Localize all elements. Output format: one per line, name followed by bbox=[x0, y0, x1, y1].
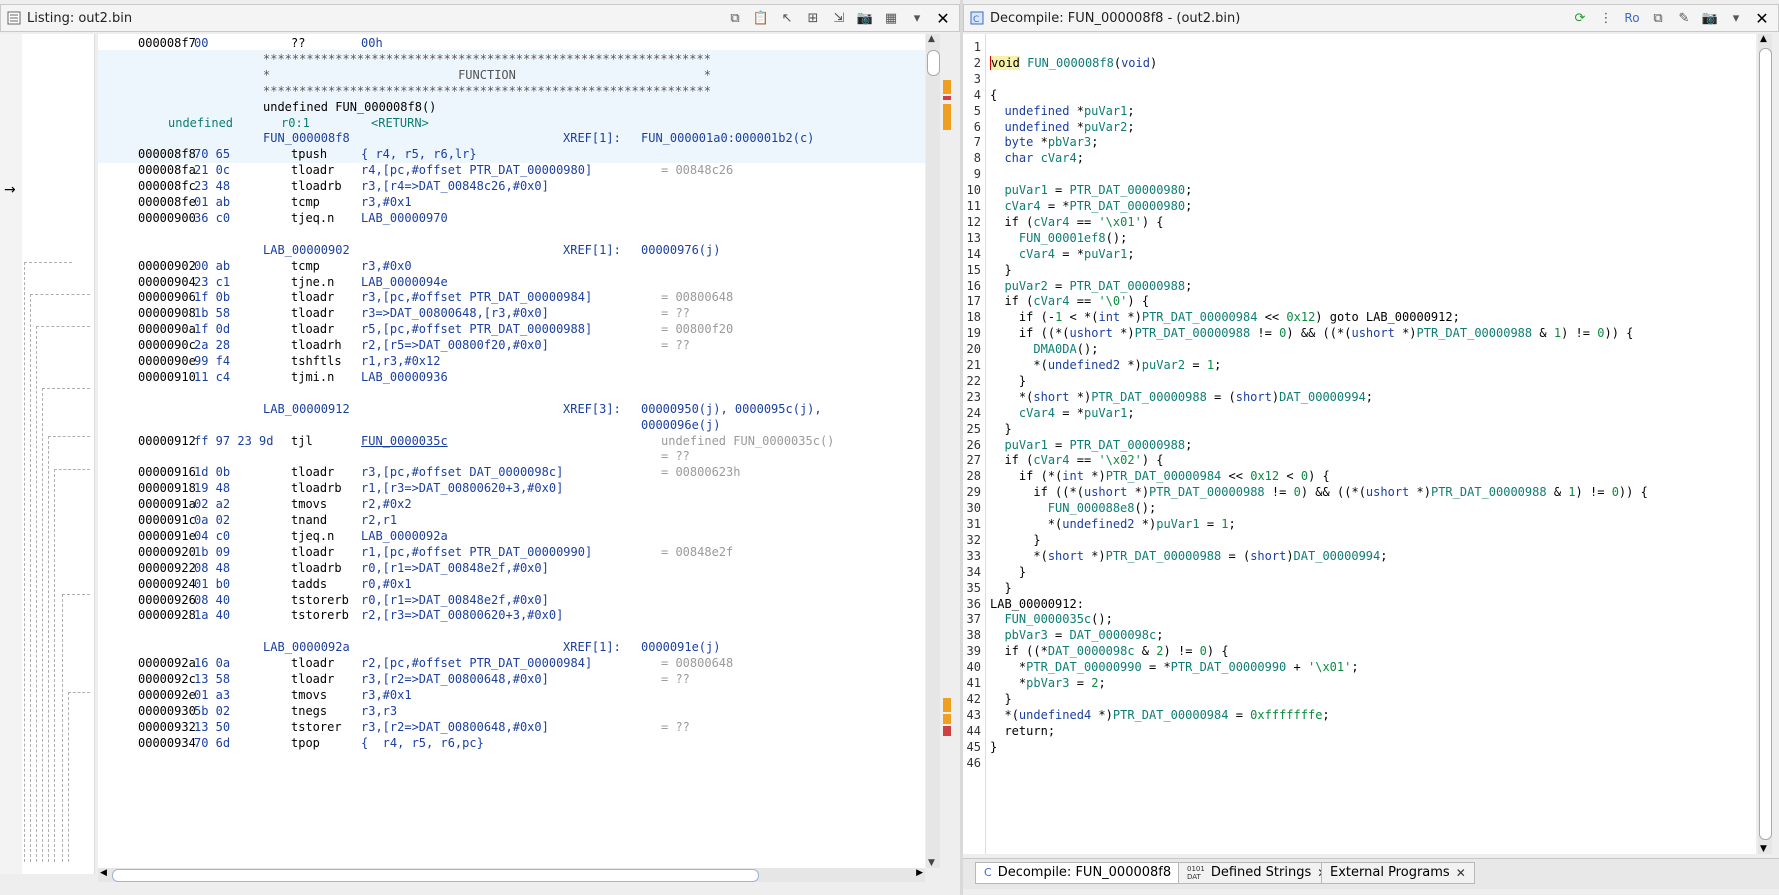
address: 00000934 bbox=[138, 735, 196, 750]
decompile-code-view[interactable]: void FUN_000008f8(void){ undefined *puVa… bbox=[986, 34, 1756, 854]
listing-vertical-scrollbar[interactable]: ▲ ▼ bbox=[926, 34, 940, 868]
diff-icon[interactable]: ⇲ bbox=[829, 9, 849, 27]
line-number: 46 bbox=[966, 755, 981, 770]
scroll-thumb[interactable] bbox=[927, 50, 940, 76]
tab-label: External Programs bbox=[1330, 865, 1450, 880]
field-edit-icon[interactable]: ⊞ bbox=[803, 9, 823, 27]
scroll-up-icon[interactable]: ▲ bbox=[928, 34, 935, 44]
svg-text:C: C bbox=[973, 15, 979, 25]
close-icon[interactable]: ✕ bbox=[933, 9, 953, 28]
decompile-vertical-scrollbar[interactable]: ▲ ▼ bbox=[1758, 34, 1772, 854]
scroll-thumb[interactable] bbox=[1759, 48, 1772, 840]
listing-code-view[interactable]: 000008f7 00?? 00h *************************… bbox=[98, 34, 925, 868]
code-line[interactable]: return; bbox=[990, 722, 1055, 740]
listing-panel: Listing: out2.bin ⧉ 📋 ↖ ⊞ ⇲ 📷 ▦ ▾ ✕ → 00… bbox=[0, 0, 960, 895]
decompile-titlebar: C Decompile: FUN_000008f8 - (out2.bin) ⟳… bbox=[963, 4, 1779, 32]
refresh-icon[interactable]: ⟳ bbox=[1570, 9, 1590, 27]
tab-decompile[interactable]: C Decompile: FUN_000008f8 ✕ bbox=[975, 862, 1197, 884]
scroll-right-icon[interactable]: ▶ bbox=[916, 868, 923, 878]
close-icon[interactable]: ✕ bbox=[1456, 862, 1466, 884]
scroll-left-icon[interactable]: ◀ bbox=[100, 868, 107, 878]
scroll-up-icon[interactable]: ▲ bbox=[1760, 34, 1767, 44]
hscroll-thumb[interactable] bbox=[112, 869, 759, 882]
snapshot-icon[interactable]: 📷 bbox=[1700, 9, 1720, 27]
strings-icon: 0101 DAT bbox=[1187, 865, 1205, 881]
decompile-title: Decompile: FUN_000008f8 - (out2.bin) bbox=[990, 10, 1241, 26]
code-line[interactable]: *(short *)PTR_DAT_00000988 = (short)DAT_… bbox=[990, 547, 1387, 565]
tab-label: Decompile: FUN_000008f8 bbox=[997, 865, 1172, 880]
scroll-down-icon[interactable]: ▼ bbox=[1760, 844, 1767, 854]
listing-horizontal-scrollbar[interactable]: ◀ ▶ bbox=[98, 868, 925, 882]
graph-icon[interactable]: ⋮ bbox=[1596, 9, 1616, 27]
paste-icon[interactable]: 📋 bbox=[751, 9, 771, 27]
flow-arrows-area bbox=[22, 34, 95, 874]
edit-signature-icon[interactable]: ✎ bbox=[1674, 9, 1694, 27]
cursor-arrow-icon: → bbox=[4, 182, 16, 198]
copy-icon[interactable]: ⧉ bbox=[1648, 9, 1668, 27]
tab-label: Defined Strings bbox=[1210, 865, 1312, 880]
menu-dropdown-icon[interactable]: ▾ bbox=[907, 9, 927, 27]
decompile-tab-bar: C Decompile: FUN_000008f8 ✕ 0101DAT Defi… bbox=[963, 858, 1779, 889]
layout-icon[interactable]: ▦ bbox=[881, 9, 901, 27]
scroll-down-icon[interactable]: ▼ bbox=[928, 858, 935, 868]
code-line[interactable]: void FUN_000008f8(void) bbox=[990, 54, 1157, 72]
listing-overview-bar[interactable] bbox=[940, 34, 956, 868]
operands: { r4, r5, r6,pc} bbox=[361, 735, 484, 750]
decompile-icon: C bbox=[984, 866, 992, 879]
snapshot-icon[interactable]: 📷 bbox=[855, 9, 875, 27]
mnemonic: tpop bbox=[291, 735, 320, 750]
read-only-icon[interactable]: Ro bbox=[1622, 9, 1642, 27]
decompile-icon: C bbox=[970, 11, 984, 25]
tab-external-programs[interactable]: External Programs ✕ bbox=[1321, 862, 1475, 884]
close-icon[interactable]: ✕ bbox=[1752, 9, 1772, 28]
listing-title: Listing: out2.bin bbox=[27, 10, 133, 26]
listing-margin: → bbox=[0, 34, 22, 874]
listing-icon bbox=[7, 11, 21, 25]
menu-dropdown-icon[interactable]: ▾ bbox=[1726, 9, 1746, 27]
copy-icon[interactable]: ⧉ bbox=[725, 9, 745, 27]
bytes: 70 6d bbox=[194, 735, 231, 750]
code-line[interactable]: } bbox=[990, 738, 997, 756]
line-number-gutter: 1 2 3 4 5 6 7 8 9 10 11 12 13 14 15 16 17 18 19 20 21 22 23 24 2… bbox=[963, 34, 986, 854]
tab-defined-strings[interactable]: 0101DAT Defined Strings ✕ bbox=[1178, 862, 1337, 884]
decompile-panel: C Decompile: FUN_000008f8 - (out2.bin) ⟳… bbox=[963, 0, 1779, 895]
listing-titlebar: Listing: out2.bin ⧉ 📋 ↖ ⊞ ⇲ 📷 ▦ ▾ ✕ bbox=[0, 4, 960, 32]
listing-row[interactable]: 00000934 70 6d tpop { r4, r5, r6,pc} bbox=[98, 734, 925, 752]
select-cursor-icon[interactable]: ↖ bbox=[777, 9, 797, 27]
